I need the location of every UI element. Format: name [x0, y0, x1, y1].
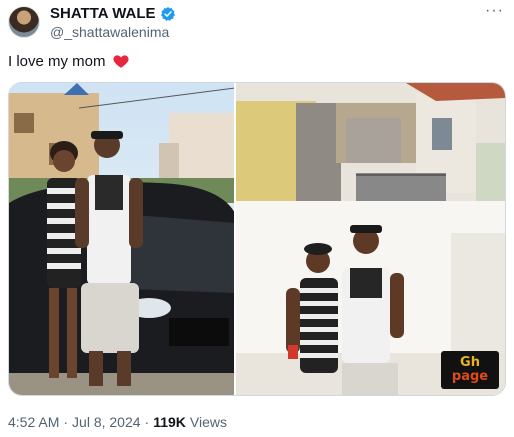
views-count: 119K [153, 414, 186, 430]
views-count-wrap: 119K [153, 414, 186, 430]
tweet-text-body: I love my mom [8, 52, 106, 70]
more-options-icon[interactable]: ··· [485, 2, 504, 20]
watermark-line2: page [451, 369, 489, 384]
meta-separator: · [63, 414, 69, 430]
photo-1[interactable] [9, 83, 235, 395]
views-label: Views [189, 414, 228, 430]
tweet-header: SHATTA WALE @_shattawalenima ··· [8, 2, 506, 40]
verified-badge-icon [160, 6, 175, 21]
tweet-time[interactable]: 4:52 AM [8, 414, 59, 430]
tweet-text: I love my mom [8, 52, 130, 70]
avatar[interactable] [8, 6, 40, 38]
tweet-date[interactable]: Jul 8, 2024 [72, 414, 141, 430]
meta-separator: · [144, 414, 150, 430]
photo-2[interactable]: Gh page [236, 83, 505, 395]
author-name-row: SHATTA WALE [50, 5, 176, 22]
watermark-logo: Gh page [441, 351, 499, 389]
tweet-meta: 4:52 AM · Jul 8, 2024 · 119K Views [8, 414, 227, 430]
watermark-line1: Gh [460, 355, 480, 370]
author-name[interactable]: SHATTA WALE [50, 5, 156, 22]
red-heart-icon [112, 55, 129, 68]
tweet-media: Gh page [8, 82, 506, 396]
photo-2-image [236, 83, 505, 395]
author-handle[interactable]: @_shattawalenima [50, 24, 169, 40]
photo-1-image [9, 83, 235, 395]
